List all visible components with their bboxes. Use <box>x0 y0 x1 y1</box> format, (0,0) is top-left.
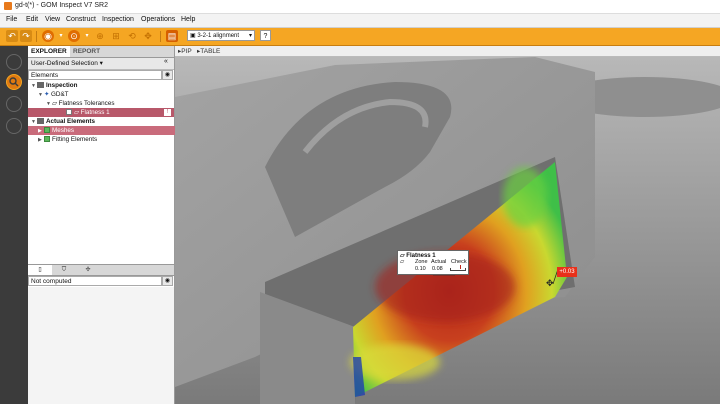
tree-item-inspection[interactable]: ▼ Inspection <box>28 81 177 90</box>
dropdown-arrow-icon[interactable]: ▾ <box>55 30 67 42</box>
properties-area <box>28 287 174 404</box>
tree-item-fitting-elements[interactable]: ▶ Fitting Elements <box>28 135 184 144</box>
structure-tab-icon[interactable]: ⛉ <box>52 265 76 275</box>
app-icon <box>4 2 12 10</box>
viewport-header: ▸ PIP ▸ TABLE <box>175 46 720 57</box>
properties-tab-icon[interactable]: ▯ <box>28 265 52 275</box>
deviation-label[interactable]: +0.03 <box>557 267 577 277</box>
tree-item-gdt[interactable]: ▼✦ GD&T <box>28 90 184 99</box>
menu-edit[interactable]: Edit <box>26 16 38 23</box>
gear-icon[interactable] <box>6 96 22 112</box>
tree-item-flatness-tolerances[interactable]: ▼▱ Flatness Tolerances <box>28 99 192 108</box>
toolbar: ↶ ↷ ◉ ▾ ⊙ ▾ ⊕ ⊞ ⟲ ✥ ▤ ▣ 3-2-1 alignment ▾… <box>0 28 720 46</box>
warning-icon: ! <box>164 109 171 116</box>
camera-icon[interactable]: ⊙ <box>68 30 80 42</box>
tree-item-flatness-1[interactable]: ▱ Flatness 1 ! <box>28 108 174 117</box>
dropdown-arrow-icon[interactable]: ▾ <box>81 30 93 42</box>
alignment-icon[interactable]: ▤ <box>166 30 178 42</box>
label-header-zone: Zone <box>415 259 428 265</box>
status-field: Not computed <box>28 276 162 286</box>
fit-view-icon[interactable]: ⊞ <box>110 30 122 42</box>
panel-tabs: EXPLORER REPORT <box>28 46 174 58</box>
label-value-actual: 0.08 <box>432 266 443 272</box>
title-bar: gd-t(*) - GOM Inspect V7 SR2 <box>0 0 720 14</box>
tab-report[interactable]: REPORT <box>70 46 103 57</box>
menu-inspection[interactable]: Inspection <box>102 16 134 23</box>
flatness-icon: ▱ <box>74 109 81 116</box>
checkbox-icon <box>66 109 72 116</box>
flatness-icon: ▱ <box>52 100 59 107</box>
eye-icon[interactable]: ◉ <box>162 276 173 286</box>
check-gauge <box>450 265 466 271</box>
menu-operations[interactable]: Operations <box>141 16 175 23</box>
menu-view[interactable]: View <box>45 16 60 23</box>
pip-toggle[interactable]: ▸ PIP <box>178 47 192 55</box>
folder-icon <box>37 118 44 125</box>
collapse-button[interactable]: « <box>164 58 168 65</box>
tree-item-meshes[interactable]: ▶ Meshes <box>28 126 184 135</box>
pan-icon[interactable]: ✥ <box>142 30 154 42</box>
gdt-icon: ✦ <box>44 91 52 98</box>
properties-tabs: ▯ ⛉ ✢ <box>28 264 174 276</box>
folder-icon <box>37 82 44 89</box>
tab-explorer[interactable]: EXPLORER <box>28 46 70 57</box>
help-button[interactable]: ? <box>260 30 271 41</box>
tool-strip <box>0 46 28 404</box>
zoom-icon[interactable]: ⊕ <box>94 30 106 42</box>
chevron-down-icon: ▾ <box>248 33 252 39</box>
label-header-actual: Actual <box>431 259 447 265</box>
explorer-panel: EXPLORER REPORT User-Defined Selection ▾… <box>28 46 184 404</box>
table-toggle[interactable]: ▸ TABLE <box>197 47 220 55</box>
redo-icon[interactable]: ↷ <box>20 30 32 42</box>
selection-dropdown[interactable]: User-Defined Selection ▾ <box>31 59 103 67</box>
eye-icon[interactable]: ◉ <box>162 70 173 80</box>
mesh-icon <box>44 127 50 134</box>
label-header-check: Check <box>451 259 467 265</box>
pin-tab-icon[interactable]: ✢ <box>76 265 100 275</box>
menu-bar: File Edit View Construct Inspection Oper… <box>0 14 720 28</box>
flatness-label[interactable]: ▱ Flatness 1 ▱ Zone Actual Check 0.10 0.… <box>397 250 469 275</box>
window-title: gd-t(*) - GOM Inspect V7 SR2 <box>15 2 108 9</box>
flatness-symbol-icon: ▱ <box>400 259 405 265</box>
home-icon[interactable] <box>6 54 22 70</box>
report-icon[interactable] <box>6 118 22 134</box>
view-mode-icon[interactable]: ◉ <box>42 30 54 42</box>
menu-file[interactable]: File <box>6 16 17 23</box>
cursor-move-icon: ✥ <box>546 278 554 288</box>
tree-item-actual-elements[interactable]: ▼ Actual Elements <box>28 117 177 126</box>
scene-render <box>175 57 720 404</box>
3d-viewport[interactable] <box>175 57 720 404</box>
undo-icon[interactable]: ↶ <box>6 30 18 42</box>
menu-help[interactable]: Help <box>181 16 195 23</box>
label-title: ▱ Flatness 1 <box>400 253 436 259</box>
selection-row: User-Defined Selection ▾ « <box>28 58 174 70</box>
fitting-icon <box>44 136 50 143</box>
rotate-icon[interactable]: ⟲ <box>126 30 138 42</box>
inspection-search-icon[interactable] <box>6 74 22 90</box>
elements-field[interactable]: Elements <box>28 70 162 80</box>
label-value-zone: 0.10 <box>415 266 426 272</box>
menu-construct[interactable]: Construct <box>66 16 96 23</box>
alignment-select[interactable]: ▣ 3-2-1 alignment ▾ <box>187 30 255 41</box>
